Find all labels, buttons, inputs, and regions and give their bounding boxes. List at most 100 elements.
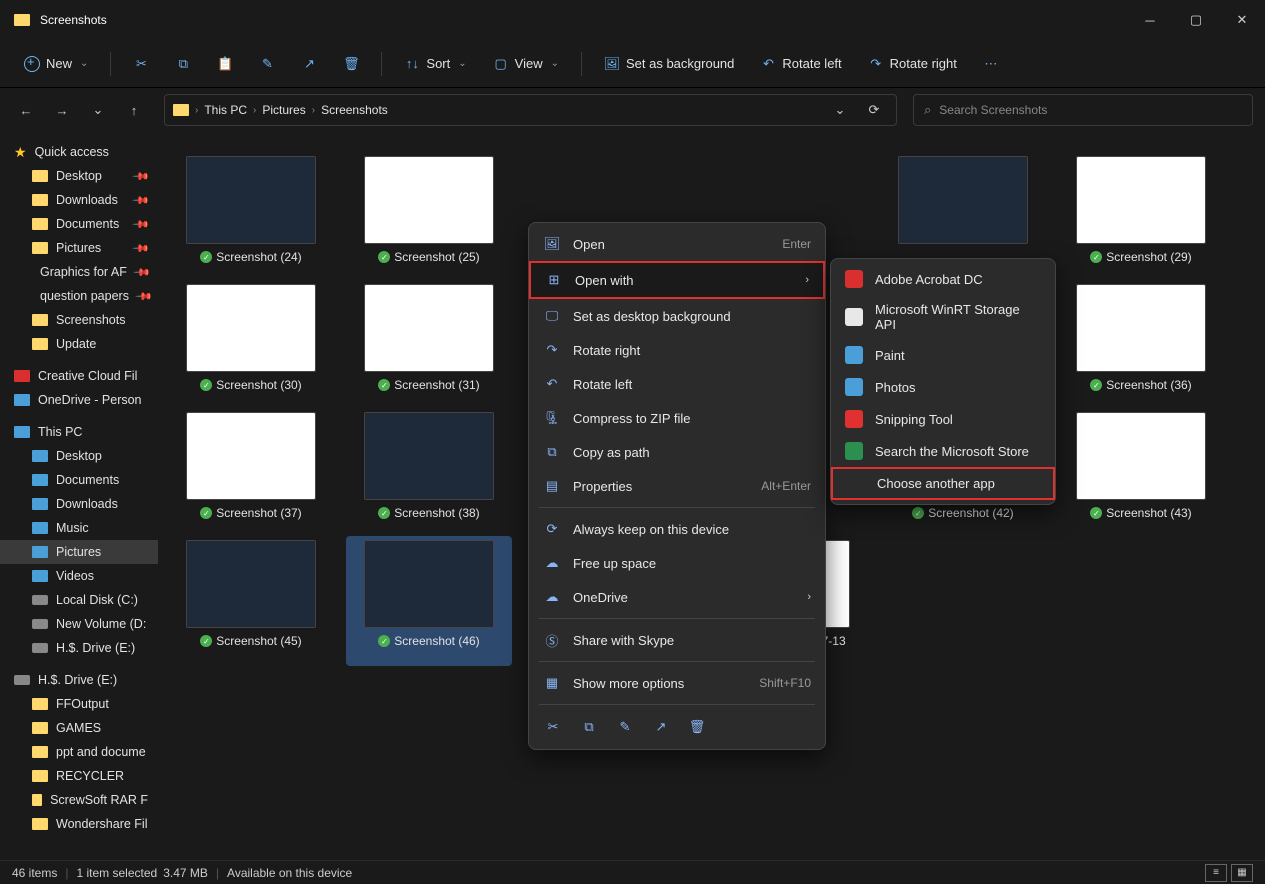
copy-icon[interactable]: ⧉ bbox=[579, 717, 599, 737]
copy-button[interactable]: ⧉ bbox=[165, 50, 201, 78]
sidebar-item[interactable]: Wondershare Fil bbox=[0, 812, 158, 836]
more-button[interactable]: ⋯ bbox=[973, 50, 1009, 78]
share-icon[interactable]: ↗ bbox=[651, 717, 671, 737]
sidebar-item[interactable]: New Volume (D: bbox=[0, 612, 158, 636]
breadcrumb-item[interactable]: Screenshots bbox=[321, 103, 388, 117]
breadcrumb[interactable]: › This PC › Pictures › Screenshots ⌄ ⟳ bbox=[164, 94, 897, 126]
sidebar-item[interactable]: This PC bbox=[0, 420, 158, 444]
sidebar-item[interactable]: Creative Cloud Fil bbox=[0, 364, 158, 388]
context-menu-item[interactable]: ↶Rotate left bbox=[529, 367, 825, 401]
sidebar-item[interactable]: Documents📌 bbox=[0, 212, 158, 236]
thumbnails-view-button[interactable]: ▦ bbox=[1231, 864, 1253, 882]
refresh-button[interactable]: ⟳ bbox=[860, 96, 888, 124]
view-button[interactable]: ▢View⌄ bbox=[483, 50, 569, 78]
file-item[interactable]: ✓Screenshot (24) bbox=[168, 152, 334, 268]
submenu-item[interactable]: Adobe Acrobat DC bbox=[831, 263, 1055, 295]
rotate-left-button[interactable]: ↶Rotate left bbox=[750, 50, 851, 78]
context-menu-item[interactable]: ↷Rotate right bbox=[529, 333, 825, 367]
submenu-item[interactable]: Choose another app bbox=[831, 467, 1055, 500]
sidebar-item[interactable]: ★Quick access bbox=[0, 140, 158, 164]
cut-button[interactable]: ✂ bbox=[123, 50, 159, 78]
recent-dropdown[interactable]: ⌄ bbox=[84, 96, 112, 124]
search-input[interactable] bbox=[939, 103, 1242, 117]
sidebar-item[interactable]: Documents bbox=[0, 468, 158, 492]
new-button[interactable]: New⌄ bbox=[14, 50, 98, 78]
back-button[interactable]: ← bbox=[12, 96, 40, 124]
sidebar-item[interactable]: Update bbox=[0, 332, 158, 356]
sidebar-item[interactable]: ppt and docume bbox=[0, 740, 158, 764]
rotate-right-button[interactable]: ↷Rotate right bbox=[858, 50, 967, 78]
forward-button[interactable]: → bbox=[48, 96, 76, 124]
context-menu-item[interactable]: 🖵Set as desktop background bbox=[529, 299, 825, 333]
sidebar-item[interactable]: question papers📌 bbox=[0, 284, 158, 308]
share-icon: ↗ bbox=[301, 56, 317, 72]
file-item[interactable]: ✓Screenshot (43) bbox=[1058, 408, 1224, 524]
file-item[interactable]: ✓Screenshot (30) bbox=[168, 280, 334, 396]
scissors-icon[interactable]: ✂ bbox=[543, 717, 563, 737]
submenu-item[interactable]: Microsoft WinRT Storage API bbox=[831, 295, 1055, 339]
sidebar-item[interactable]: RECYCLER bbox=[0, 764, 158, 788]
context-menu-item[interactable]: ⊞Open with› bbox=[529, 261, 825, 299]
sidebar-item[interactable]: H.$. Drive (E:) bbox=[0, 668, 158, 692]
file-item[interactable]: ✓Screenshot (37) bbox=[168, 408, 334, 524]
sidebar-item[interactable]: H.$. Drive (E:) bbox=[0, 636, 158, 660]
sidebar-item[interactable]: Desktop📌 bbox=[0, 164, 158, 188]
sidebar-item[interactable]: Pictures bbox=[0, 540, 158, 564]
thumbnail bbox=[364, 156, 494, 244]
sidebar-item[interactable]: Local Disk (C:) bbox=[0, 588, 158, 612]
sidebar-item[interactable]: Pictures📌 bbox=[0, 236, 158, 260]
submenu-item[interactable]: Photos bbox=[831, 371, 1055, 403]
breadcrumb-item[interactable]: Pictures bbox=[262, 103, 305, 117]
context-menu-item[interactable]: 🖼OpenEnter bbox=[529, 227, 825, 261]
window-title: Screenshots bbox=[40, 13, 1127, 27]
sidebar-item[interactable]: Desktop bbox=[0, 444, 158, 468]
sidebar-item[interactable]: Downloads bbox=[0, 492, 158, 516]
file-item[interactable]: ✓Screenshot (46) bbox=[346, 536, 512, 666]
set-background-button[interactable]: 🖼Set as background bbox=[594, 50, 744, 78]
breadcrumb-item[interactable]: This PC bbox=[204, 103, 247, 117]
rename-button[interactable]: ✎ bbox=[249, 50, 285, 78]
file-item[interactable] bbox=[880, 152, 1046, 268]
file-item[interactable]: ✓Screenshot (45) bbox=[168, 536, 334, 666]
sidebar-item[interactable]: Videos bbox=[0, 564, 158, 588]
maximize-button[interactable]: ▢ bbox=[1173, 0, 1219, 40]
sidebar-item[interactable]: FFOutput bbox=[0, 692, 158, 716]
sidebar-item[interactable]: Music bbox=[0, 516, 158, 540]
view-icon: ▢ bbox=[493, 56, 509, 72]
sidebar-item[interactable]: ScrewSoft RAR F bbox=[0, 788, 158, 812]
sync-icon: ✓ bbox=[378, 379, 390, 391]
context-menu-item[interactable]: ⓈShare with Skype bbox=[529, 623, 825, 657]
sort-button[interactable]: ↑↓Sort⌄ bbox=[394, 50, 476, 78]
close-button[interactable]: ✕ bbox=[1219, 0, 1265, 40]
context-menu-item[interactable]: ☁Free up space bbox=[529, 546, 825, 580]
sidebar-item[interactable]: Screenshots bbox=[0, 308, 158, 332]
context-menu-item[interactable]: ▤PropertiesAlt+Enter bbox=[529, 469, 825, 503]
context-menu-item[interactable]: ▦Show more optionsShift+F10 bbox=[529, 666, 825, 700]
history-dropdown[interactable]: ⌄ bbox=[826, 96, 854, 124]
submenu-item[interactable]: Paint bbox=[831, 339, 1055, 371]
up-button[interactable]: ↑ bbox=[120, 96, 148, 124]
file-item[interactable]: ✓Screenshot (38) bbox=[346, 408, 512, 524]
submenu-item[interactable]: Search the Microsoft Store bbox=[831, 435, 1055, 467]
paste-button[interactable]: 📋 bbox=[207, 50, 243, 78]
file-item[interactable]: ✓Screenshot (31) bbox=[346, 280, 512, 396]
details-view-button[interactable]: ≡ bbox=[1205, 864, 1227, 882]
search-box[interactable]: ⌕ bbox=[913, 94, 1253, 126]
context-menu-item[interactable]: 🗜Compress to ZIP file bbox=[529, 401, 825, 435]
minimize-button[interactable]: ─ bbox=[1127, 0, 1173, 40]
share-button[interactable]: ↗ bbox=[291, 50, 327, 78]
file-item[interactable]: ✓Screenshot (29) bbox=[1058, 152, 1224, 268]
rename-icon[interactable]: ✎ bbox=[615, 717, 635, 737]
file-item[interactable]: ✓Screenshot (25) bbox=[346, 152, 512, 268]
delete-button[interactable]: 🗑 bbox=[333, 50, 369, 78]
trash-icon[interactable]: 🗑 bbox=[687, 717, 707, 737]
sidebar-item[interactable]: Graphics for AF📌 bbox=[0, 260, 158, 284]
submenu-item[interactable]: Snipping Tool bbox=[831, 403, 1055, 435]
context-menu-item[interactable]: ☁OneDrive› bbox=[529, 580, 825, 614]
sidebar-item[interactable]: GAMES bbox=[0, 716, 158, 740]
sidebar-item[interactable]: Downloads📌 bbox=[0, 188, 158, 212]
file-item[interactable]: ✓Screenshot (36) bbox=[1058, 280, 1224, 396]
sidebar-item[interactable]: OneDrive - Person bbox=[0, 388, 158, 412]
context-menu-item[interactable]: ⟳Always keep on this device bbox=[529, 512, 825, 546]
context-menu-item[interactable]: ⧉Copy as path bbox=[529, 435, 825, 469]
